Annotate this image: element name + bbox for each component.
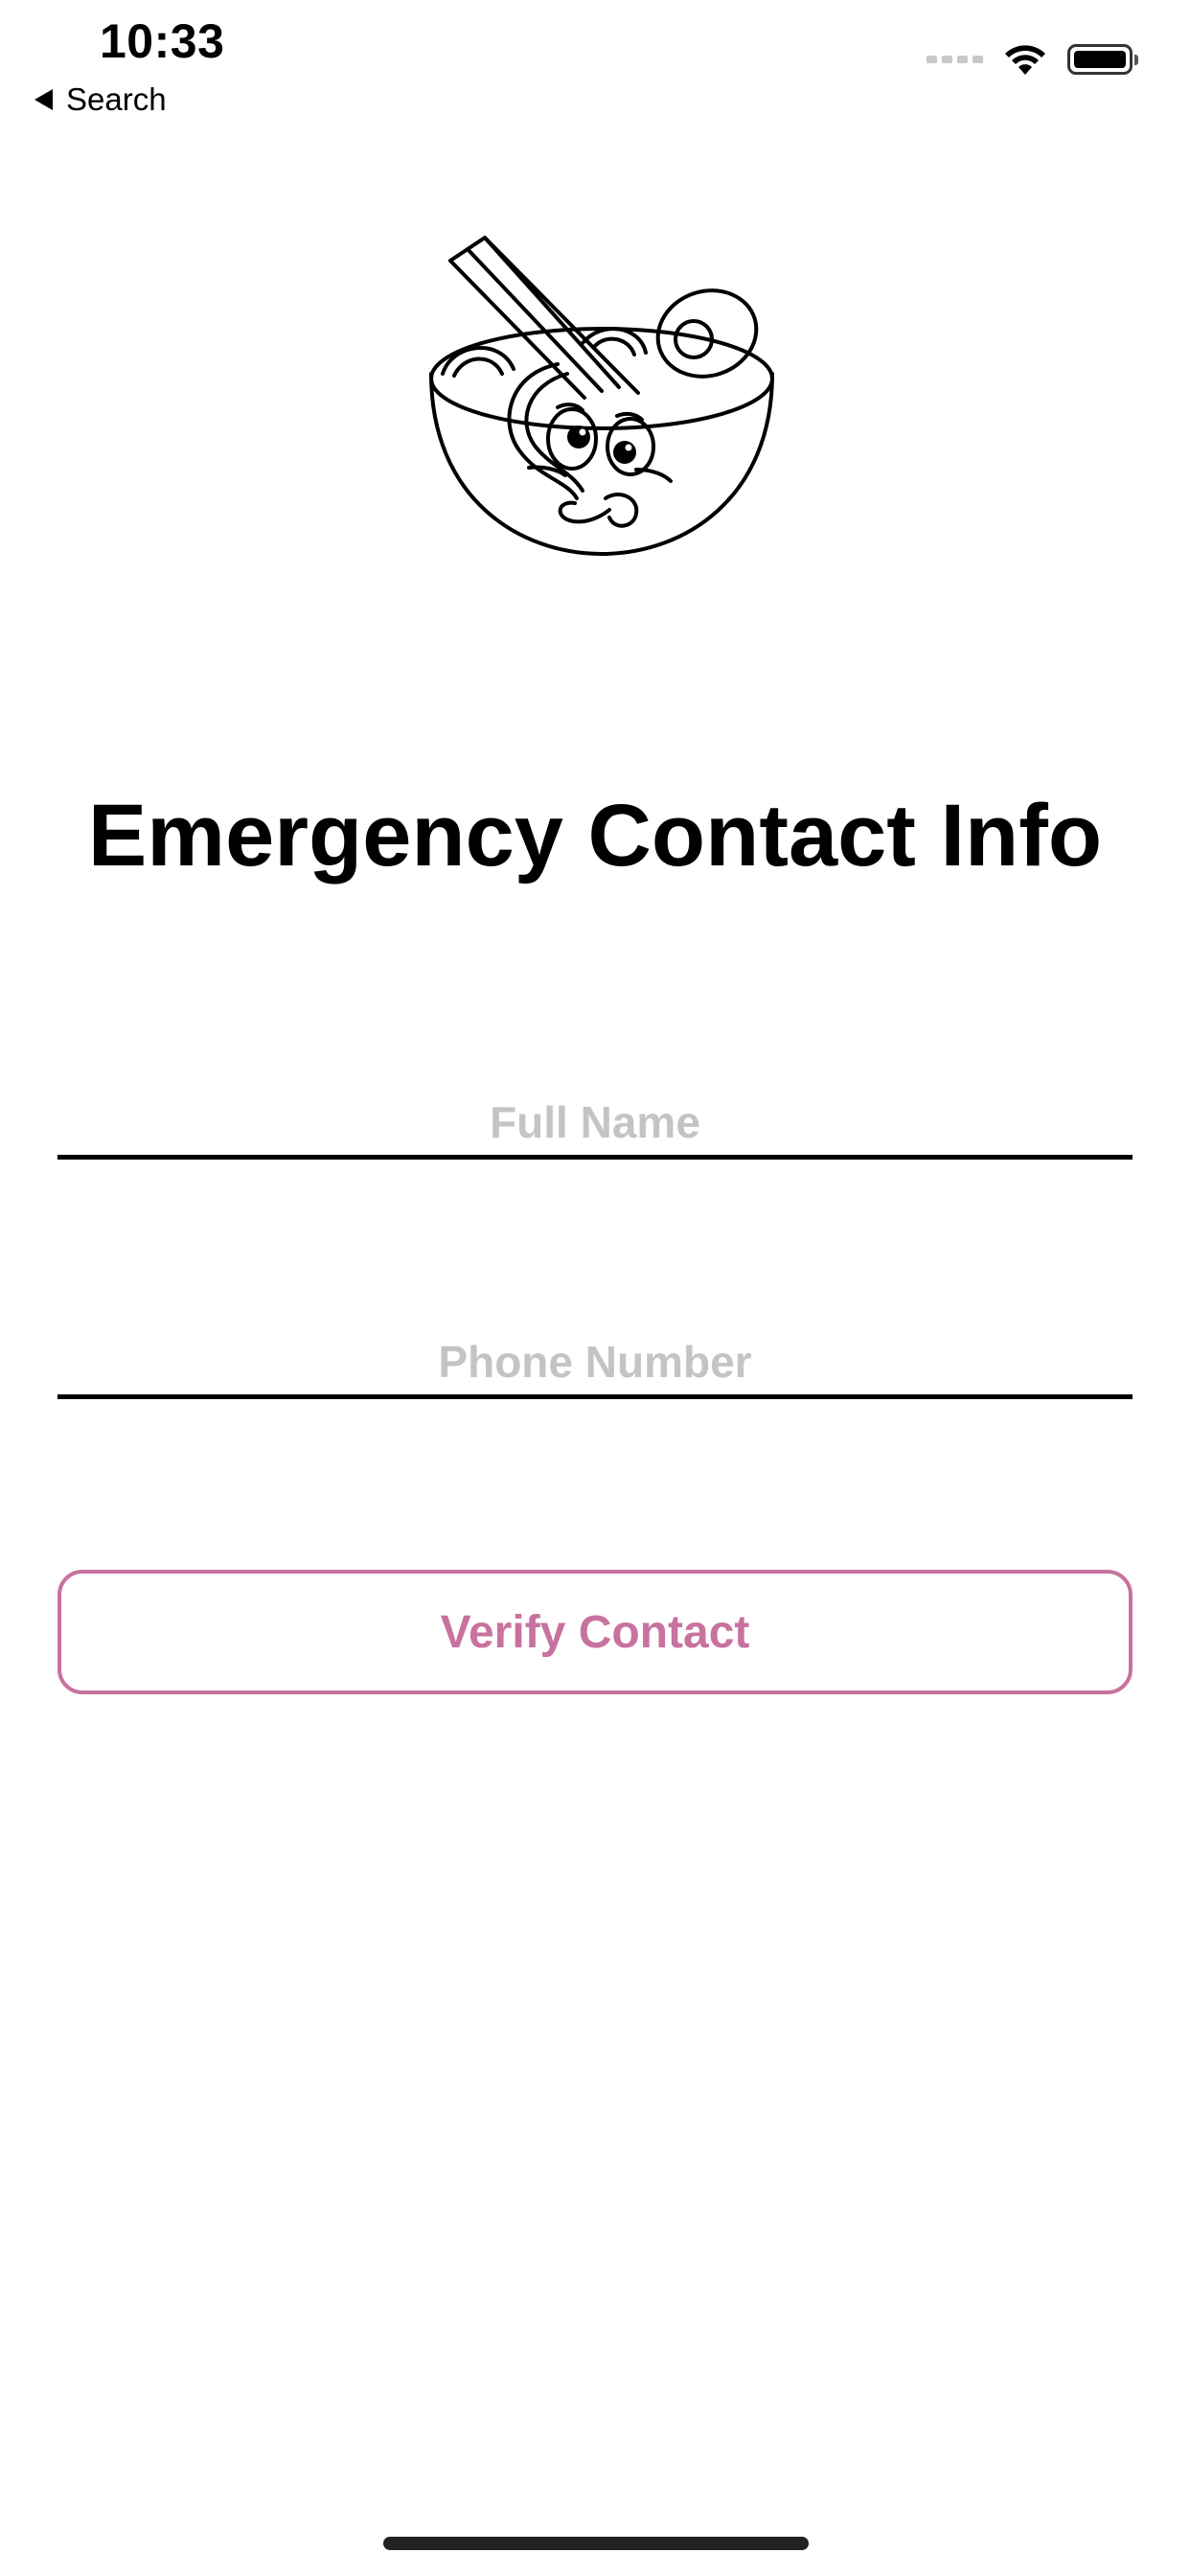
page-title: Emergency Contact Info [87,787,1103,885]
full-name-input[interactable] [57,1069,1133,1155]
phone-number-field [57,1308,1133,1399]
home-indicator[interactable] [383,2537,809,2550]
wifi-icon [1005,45,1045,75]
status-icons [927,42,1138,77]
full-name-field [57,1069,1133,1160]
back-to-search-link[interactable]: Search [34,79,167,121]
ramen-bowl-mascot-icon [429,236,774,556]
verify-contact-button[interactable]: Verify Contact [57,1570,1133,1694]
verify-contact-label: Verify Contact [440,1606,750,1658]
back-arrow-icon [34,89,53,110]
battery-icon [1067,44,1138,75]
phone-number-input[interactable] [57,1308,1133,1394]
cellular-signal-icon [927,56,983,63]
status-time: 10:33 [100,14,225,68]
back-link-label: Search [66,81,167,117]
